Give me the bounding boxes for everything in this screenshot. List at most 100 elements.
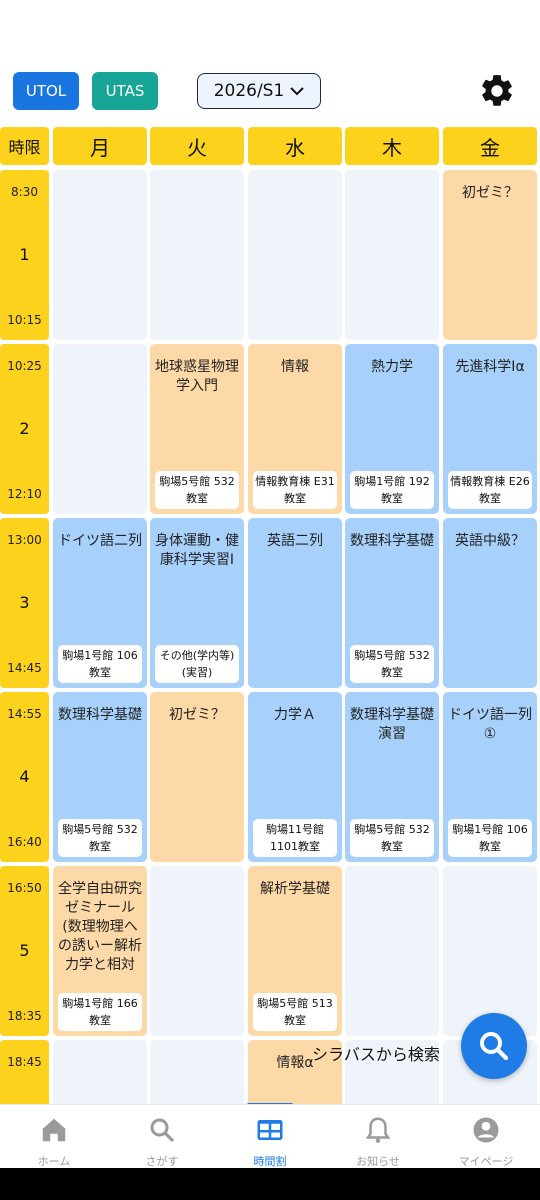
nav-label: お知らせ: [356, 1155, 400, 1168]
period-start-time: 14:55: [7, 707, 42, 721]
period-start-time: 18:45: [7, 1055, 42, 1069]
period-start-time: 8:30: [11, 185, 38, 199]
utas-button[interactable]: UTAS: [92, 72, 158, 110]
semester-value: 2026/S1: [213, 81, 285, 101]
class-cell[interactable]: ドイツ語一列① 駒場1号館 106 教室: [443, 692, 537, 862]
class-cell[interactable]: 地球惑星物理学入門 駒場5号館 532 教室: [150, 344, 244, 514]
empty-slot[interactable]: [53, 170, 147, 340]
class-name: 初ゼミ？: [169, 707, 225, 723]
nav-timetable[interactable]: 時間割: [216, 1105, 324, 1169]
class-name: 数理科学基礎: [58, 707, 142, 723]
class-name: 英語中級？: [455, 533, 525, 549]
class-cell[interactable]: 先進科学Iα 情報教育棟 E26 教室: [443, 344, 537, 514]
nav-label: さがす: [145, 1155, 179, 1168]
period-number: 1: [19, 245, 30, 264]
period-start-time: 16:50: [7, 881, 42, 895]
class-cell[interactable]: ドイツ語二列駒場1号館 106 教室: [53, 518, 147, 688]
classroom-label: 駒場5号館 532 教室: [350, 645, 434, 683]
semester-select[interactable]: 2026/S1: [197, 73, 321, 109]
day-header: 火: [150, 127, 244, 165]
class-name: 地球惑星物理学入門: [155, 359, 239, 394]
account-icon: [471, 1115, 501, 1145]
nav-label: マイページ: [458, 1155, 514, 1168]
empty-slot[interactable]: [345, 866, 439, 1036]
classroom-label: 駒場1号館 106 教室: [58, 645, 142, 683]
empty-slot[interactable]: [150, 866, 244, 1036]
top-bar: UTOL UTAS 2026/S1: [0, 0, 540, 125]
period-number: 2: [19, 419, 30, 438]
class-cell[interactable]: 英語二列: [248, 518, 342, 688]
period-end-time: 16:40: [7, 835, 42, 849]
class-name: ドイツ語二列: [58, 533, 142, 549]
classroom-label: 駒場5号館 532 教室: [155, 471, 239, 509]
empty-slot[interactable]: [345, 170, 439, 340]
syllabus-search-button[interactable]: [461, 1013, 527, 1079]
period-start-time: 13:00: [7, 533, 42, 547]
class-cell[interactable]: 解析学基礎駒場5号館 513 教室: [248, 866, 342, 1036]
class-cell[interactable]: 数理科学基礎駒場5号館 532 教室: [53, 692, 147, 862]
class-cell[interactable]: 熱力学駒場1号館 192 教室: [345, 344, 439, 514]
nav-home[interactable]: ホーム: [0, 1105, 108, 1169]
period-cell: 18:45: [0, 1040, 49, 1105]
empty-slot[interactable]: [150, 1040, 244, 1105]
class-name: ドイツ語一列①: [448, 707, 532, 742]
class-name: 初ゼミ？: [462, 185, 518, 201]
bottom-nav: ホーム さがす 時間割 お知らせ マイページ: [0, 1104, 540, 1169]
nav-label: ホーム: [37, 1155, 71, 1168]
class-cell[interactable]: 英語中級？: [443, 518, 537, 688]
class-cell[interactable]: 初ゼミ？: [443, 170, 537, 340]
nav-account[interactable]: マイページ: [432, 1105, 540, 1169]
gear-icon[interactable]: [478, 72, 516, 110]
class-cell[interactable]: 力学Ａ 駒場11号館 1101教室: [248, 692, 342, 862]
class-cell[interactable]: 数理科学基礎駒場5号館 532 教室: [345, 518, 439, 688]
classroom-label: 駒場1号館 192 教室: [350, 471, 434, 509]
empty-slot[interactable]: [53, 1040, 147, 1105]
class-name: 英語二列: [267, 533, 323, 549]
bell-icon: [363, 1115, 393, 1145]
classroom-label: 駒場5号館 532 教室: [58, 819, 142, 857]
day-header: 月: [53, 127, 147, 165]
system-bar: [0, 1168, 540, 1200]
period-cell: 13:00 3 14:45: [0, 518, 49, 688]
period-number: 5: [19, 941, 30, 960]
nav-bell[interactable]: お知らせ: [324, 1105, 432, 1169]
classroom-label: 駒場5号館 513 教室: [253, 993, 337, 1031]
day-header: 水: [248, 127, 342, 165]
nav-search[interactable]: さがす: [108, 1105, 216, 1169]
empty-slot[interactable]: [443, 866, 537, 1036]
home-icon: [39, 1115, 69, 1145]
class-cell[interactable]: 数理科学基礎演習 駒場5号館 532 教室: [345, 692, 439, 862]
classroom-label: 駒場5号館 532 教室: [350, 819, 434, 857]
classroom-label: 情報教育棟 E26 教室: [448, 471, 532, 509]
period-number: 3: [19, 593, 30, 612]
class-name: 数理科学基礎: [350, 533, 434, 549]
class-cell[interactable]: 初ゼミ？: [150, 692, 244, 862]
period-end-time: 14:45: [7, 661, 42, 675]
utol-button[interactable]: UTOL: [13, 72, 79, 110]
class-name: 熱力学: [371, 359, 413, 375]
class-name: 身体運動・健康科学実習I: [155, 533, 239, 568]
empty-slot[interactable]: [53, 344, 147, 514]
period-end-time: 12:10: [7, 487, 42, 501]
timetable-grid: 時限月火水木金 8:30 1 10:15 10:25 2 12:10 13:00 3 14:45 1…: [0, 125, 540, 1105]
class-cell[interactable]: 身体運動・健康科学実習I その他(学内等) (実習): [150, 518, 244, 688]
period-number: 4: [19, 767, 30, 786]
class-name: 数理科学基礎演習: [350, 707, 434, 742]
classroom-label: 駒場1号館 106 教室: [448, 819, 532, 857]
timetable-icon: [255, 1115, 285, 1145]
period-cell: 10:25 2 12:10: [0, 344, 49, 514]
nav-label: 時間割: [253, 1155, 287, 1168]
class-cell[interactable]: 情報情報教育棟 E31 教室: [248, 344, 342, 514]
class-name: 全学自由研究ゼミナール(数理物理への誘いー解析力学と相対性…: [58, 881, 142, 973]
class-name: 解析学基礎: [260, 881, 330, 897]
classroom-label: その他(学内等) (実習): [155, 645, 239, 683]
classroom-label: 駒場11号館 1101教室: [253, 819, 337, 857]
empty-slot[interactable]: [248, 170, 342, 340]
period-end-time: 10:15: [7, 313, 42, 327]
classroom-label: 情報教育棟 E31 教室: [253, 471, 337, 509]
class-name: 情報: [281, 359, 309, 375]
class-name: 先進科学Iα: [455, 359, 525, 375]
empty-slot[interactable]: [150, 170, 244, 340]
period-cell: 8:30 1 10:15: [0, 170, 49, 340]
class-cell[interactable]: 全学自由研究ゼミナール(数理物理への誘いー解析力学と相対性… 駒場1号館 166 …: [53, 866, 147, 1036]
